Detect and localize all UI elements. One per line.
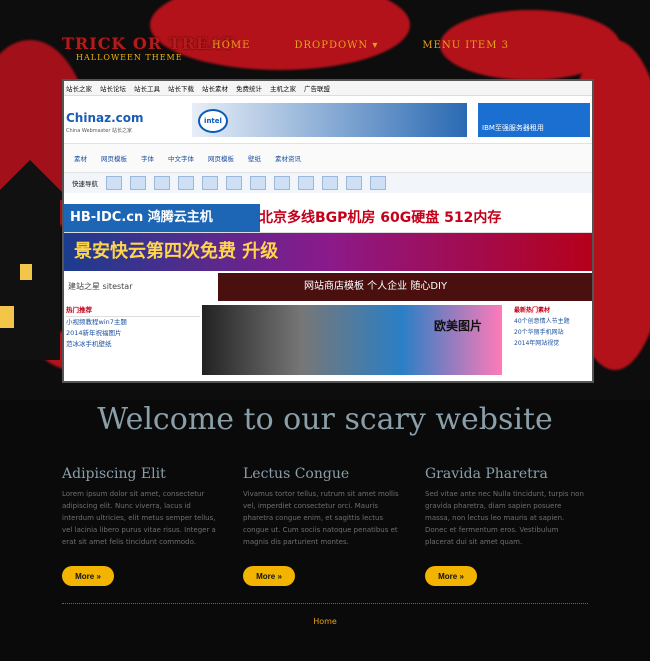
preview-link: 壁纸 bbox=[248, 155, 261, 163]
intel-logo-icon: intel bbox=[198, 109, 228, 133]
app-icon bbox=[322, 176, 338, 190]
app-icon bbox=[346, 176, 362, 190]
nav-dropdown-label: DROPDOWN bbox=[294, 40, 369, 51]
preview-hot-list: 热门推荐 小视频教程win7主题 2014新年祝福图片 范冰冰手机壁纸 bbox=[64, 305, 200, 375]
preview-link: 字体 bbox=[141, 155, 154, 163]
haunted-house bbox=[0, 190, 60, 360]
more-button[interactable]: More » bbox=[243, 566, 295, 586]
preview-ad-banner-2: 景安快云第四次免费 升级 bbox=[64, 233, 592, 271]
feature-column: Lectus Congue Vivamus tortor tellus, rut… bbox=[243, 466, 403, 548]
preview-link: 网页模板 bbox=[208, 155, 234, 163]
preview-link: 素材 bbox=[74, 155, 87, 163]
chevron-right-icon: » bbox=[277, 572, 282, 581]
preview-ad3-left: 建站之星 sitestar bbox=[64, 273, 218, 301]
preview-topbar-item: 免费统计 bbox=[236, 85, 262, 93]
main-nav: HOME DROPDOWN ▾ MENU ITEM 3 bbox=[212, 40, 509, 51]
preview-ad3-right: 网站商店模板 个人企业 随心DIY bbox=[304, 281, 448, 292]
more-label: More bbox=[75, 572, 95, 581]
preview-topbar-item: 站长论坛 bbox=[100, 85, 126, 93]
preview-ibm-text: IBM至强服务器租用 bbox=[482, 124, 544, 132]
nav-home[interactable]: HOME bbox=[212, 40, 250, 51]
preview-link: 素材资讯 bbox=[275, 155, 301, 163]
app-icon bbox=[106, 176, 122, 190]
app-icon bbox=[178, 176, 194, 190]
app-icon bbox=[274, 176, 290, 190]
preview-topbar-item: 广告联盟 bbox=[304, 85, 330, 93]
column-text: Sed vitae ante nec Nulla tincidunt, turp… bbox=[425, 490, 584, 546]
nav-menu-item-3[interactable]: MENU ITEM 3 bbox=[422, 40, 509, 51]
preview-logo: Chinaz.com bbox=[66, 111, 144, 125]
preview-logo-sub: China Webmaster 站长之家 bbox=[66, 128, 132, 134]
site-logo-title[interactable]: TRICK OR TREAT bbox=[62, 34, 235, 53]
chevron-right-icon: » bbox=[96, 572, 101, 581]
preview-latest-title: 最新热门素材 bbox=[514, 307, 551, 314]
preview-link: 中文字体 bbox=[168, 155, 194, 163]
column-title: Adipiscing Elit bbox=[62, 466, 166, 482]
preview-photo-title: 欧美图片 bbox=[434, 319, 483, 333]
footer: Home bbox=[0, 617, 650, 626]
preview-topbar-item: 站长素材 bbox=[202, 85, 228, 93]
preview-links: 素材 网页模板 字体 中文字体 网页模板 壁纸 素材资讯 bbox=[64, 143, 592, 173]
app-icon bbox=[226, 176, 242, 190]
more-button[interactable]: More » bbox=[62, 566, 114, 586]
chevron-right-icon: » bbox=[459, 572, 464, 581]
preview-hot-title: 热门推荐 bbox=[66, 305, 200, 317]
preview-topbar-item: 站长之家 bbox=[66, 85, 92, 93]
preview-header: Chinaz.com China Webmaster 站长之家 intel IB… bbox=[64, 99, 592, 139]
chevron-down-icon: ▾ bbox=[372, 40, 379, 51]
app-icon bbox=[202, 176, 218, 190]
more-label: More bbox=[438, 572, 458, 581]
preview-ad-banner-3: 建站之星 sitestar 网站商店模板 个人企业 随心DIY bbox=[64, 273, 592, 301]
list-item: 小视频教程win7主题 bbox=[66, 318, 127, 326]
site-logo-subtitle: HALLOWEEN THEME bbox=[76, 53, 183, 62]
app-icon bbox=[154, 176, 170, 190]
website-screenshot-preview: 站长之家 站长论坛 站长工具 站长下载 站长素材 免费统计 主机之家 广告联盟 … bbox=[62, 79, 594, 383]
preview-topbar: 站长之家 站长论坛 站长工具 站长下载 站长素材 免费统计 主机之家 广告联盟 bbox=[64, 81, 592, 96]
preview-topbar-item: 站长工具 bbox=[134, 85, 160, 93]
app-icon bbox=[130, 176, 146, 190]
column-title: Lectus Congue bbox=[243, 466, 350, 482]
feature-column: Gravida Pharetra Sed vitae ante nec Null… bbox=[425, 466, 585, 548]
app-icon bbox=[370, 176, 386, 190]
app-icon bbox=[298, 176, 314, 190]
preview-quick-label: 快速导航 bbox=[72, 180, 98, 188]
preview-ad1-left: HB-IDC.cn 鸿腾云主机 bbox=[64, 204, 260, 232]
footer-home-link[interactable]: Home bbox=[313, 617, 337, 626]
app-icon bbox=[250, 176, 266, 190]
preview-ad1-right: 北京多线BGP机房 60G硬盘 512内存 bbox=[259, 210, 502, 226]
preview-topbar-item: 站长下载 bbox=[168, 85, 194, 93]
preview-quick-nav: 快速导航 bbox=[64, 173, 592, 193]
column-text: Vivamus tortor tellus, rutrum sit amet m… bbox=[243, 490, 399, 546]
page-title: Welcome to our scary website bbox=[97, 402, 553, 437]
footer-divider bbox=[62, 603, 588, 604]
more-label: More bbox=[256, 572, 276, 581]
list-item: 2014年网站视觉 bbox=[514, 340, 560, 347]
preview-link: 网页模板 bbox=[101, 155, 127, 163]
more-button[interactable]: More » bbox=[425, 566, 477, 586]
list-item: 2014新年祝福图片 bbox=[66, 329, 122, 337]
preview-ad-banner-1: HB-IDC.cn 鸿腾云主机 北京多线BGP机房 60G硬盘 512内存 bbox=[64, 204, 592, 233]
preview-ibm-ad: IBM至强服务器租用 bbox=[478, 103, 590, 137]
preview-intel-ad: intel bbox=[192, 103, 467, 137]
column-text: Lorem ipsum dolor sit amet, consectetur … bbox=[62, 490, 216, 546]
preview-latest-list: 最新热门素材 40个创意情人节主题 20个华丽手机网站 2014年网站视觉 bbox=[514, 305, 590, 375]
lit-window bbox=[18, 262, 34, 282]
column-title: Gravida Pharetra bbox=[425, 466, 548, 482]
list-item: 范冰冰手机壁纸 bbox=[66, 340, 112, 348]
preview-photo-banner bbox=[202, 305, 502, 375]
feature-column: Adipiscing Elit Lorem ipsum dolor sit am… bbox=[62, 466, 222, 548]
list-item: 40个创意情人节主题 bbox=[514, 318, 570, 325]
list-item: 20个华丽手机网站 bbox=[514, 329, 564, 336]
lit-window bbox=[0, 304, 16, 330]
nav-dropdown[interactable]: DROPDOWN ▾ bbox=[294, 40, 378, 51]
preview-topbar-item: 主机之家 bbox=[270, 85, 296, 93]
